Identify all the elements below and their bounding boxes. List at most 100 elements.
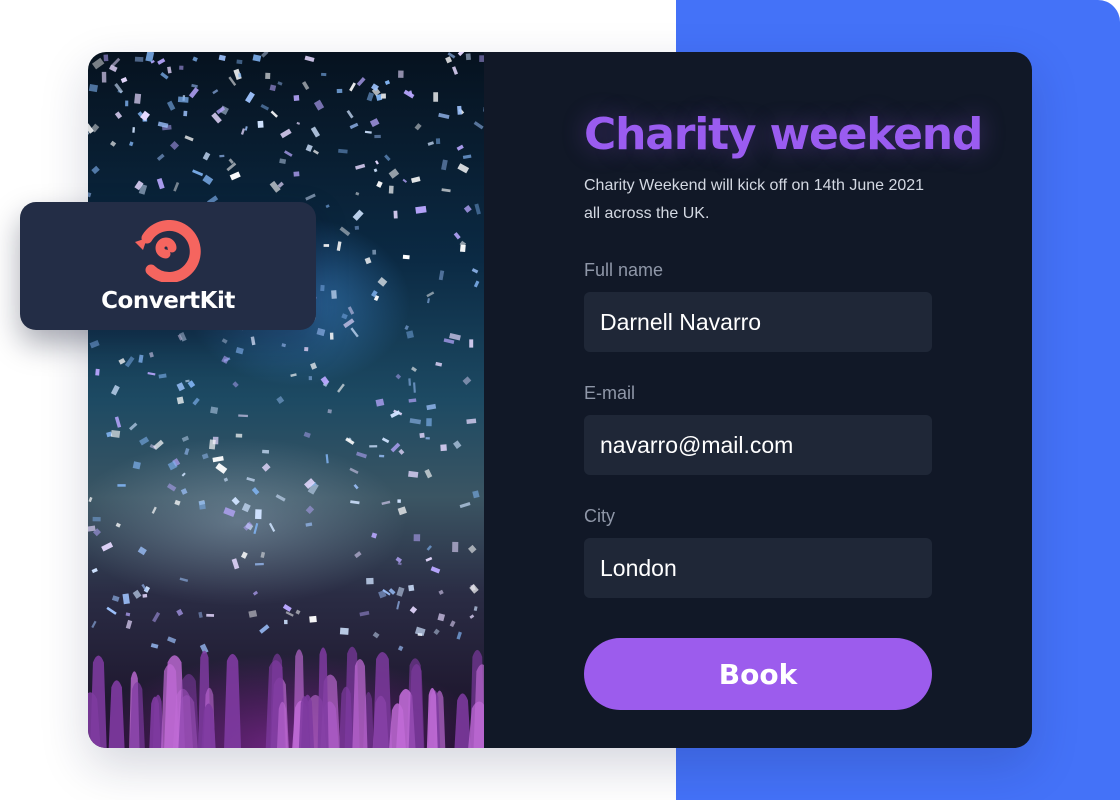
confetti-piece (137, 546, 147, 556)
confetti-piece (91, 57, 105, 70)
confetti-piece (331, 290, 337, 299)
confetti-piece (270, 110, 279, 118)
confetti-piece (88, 191, 92, 198)
confetti-piece (426, 418, 432, 427)
confetti-piece (435, 138, 441, 145)
confetti-piece (316, 327, 326, 337)
confetti-piece (304, 347, 309, 352)
confetti-piece (206, 613, 215, 617)
confetti-piece (173, 182, 180, 192)
confetti-piece (240, 551, 248, 559)
confetti-piece (376, 180, 383, 188)
confetti-piece (313, 99, 325, 111)
confetti-piece (114, 111, 123, 119)
confetti-piece (125, 612, 131, 617)
confetti-piece (355, 163, 366, 170)
confetti-piece (231, 558, 240, 570)
confetti-piece (325, 204, 330, 209)
confetti-piece (111, 595, 120, 602)
confetti-piece (283, 150, 293, 157)
confetti-piece (111, 57, 121, 67)
confetti-piece (321, 72, 327, 77)
confetti-piece (181, 435, 190, 442)
confetti-piece (397, 499, 401, 503)
confetti-piece (120, 77, 128, 83)
confetti-piece (371, 532, 378, 539)
crowd-hand (468, 701, 484, 748)
confetti-piece (395, 373, 402, 380)
confetti-piece (246, 476, 255, 482)
confetti-piece (471, 268, 479, 274)
confetti-piece (424, 468, 433, 479)
confetti-piece (356, 451, 368, 459)
confetti-piece (265, 72, 271, 80)
confetti-piece (388, 185, 394, 194)
confetti-piece (411, 176, 421, 184)
confetti-piece (452, 541, 459, 553)
confetti-piece (251, 487, 260, 495)
confetti-piece (409, 606, 418, 614)
full-name-label: Full name (584, 260, 664, 280)
confetti-piece (413, 534, 421, 542)
confetti-piece (221, 338, 228, 344)
confetti-piece (226, 162, 237, 172)
convertkit-badge: ConvertKit (20, 202, 316, 330)
confetti-piece (293, 95, 300, 101)
confetti-piece (106, 606, 117, 615)
city-field[interactable]: London (584, 538, 932, 598)
confetti-piece (305, 144, 313, 152)
confetti-piece (184, 448, 190, 456)
confetti-piece (413, 382, 416, 393)
confetti-piece (433, 92, 439, 102)
confetti-piece (449, 620, 456, 628)
confetti-piece (372, 631, 380, 639)
confetti-piece (176, 382, 185, 392)
confetti-piece (147, 372, 156, 376)
confetti-piece (241, 502, 251, 513)
confetti-piece (438, 270, 445, 281)
confetti-piece (235, 433, 243, 438)
confetti-piece (156, 153, 165, 161)
confetti-piece (305, 505, 315, 515)
full-name-field[interactable]: Darnell Navarro (584, 292, 932, 352)
confetti-piece (232, 381, 239, 388)
confetti-piece (437, 613, 446, 622)
confetti-piece (301, 81, 310, 91)
confetti-piece (260, 103, 270, 111)
confetti-piece (364, 130, 372, 134)
confetti-piece (308, 376, 313, 381)
confetti-piece (138, 354, 144, 363)
confetti-piece (235, 347, 244, 355)
confetti-piece (103, 54, 109, 62)
confetti-piece (257, 120, 264, 128)
confetti-piece (191, 83, 198, 88)
confetti-piece (305, 193, 316, 201)
confetti-piece (359, 610, 370, 617)
confetti-piece (457, 163, 470, 174)
confetti-piece (282, 604, 292, 612)
confetti-piece (134, 93, 142, 104)
confetti-piece (157, 58, 166, 65)
confetti-piece (281, 343, 287, 348)
confetti-piece (179, 577, 189, 583)
confetti-piece (438, 112, 450, 120)
confetti-piece (89, 340, 100, 349)
confetti-piece (349, 122, 359, 130)
confetti-piece (129, 141, 134, 147)
book-button[interactable]: Book (584, 638, 932, 710)
confetti-piece (88, 83, 99, 93)
confetti-piece (275, 494, 286, 502)
confetti-piece (310, 362, 318, 370)
confetti-piece (443, 338, 455, 344)
confetti-piece (296, 121, 301, 125)
confetti-piece (211, 112, 222, 124)
confetti-piece (91, 620, 97, 629)
confetti-piece (474, 203, 481, 215)
signup-card: Charity weekend Charity Weekend will kic… (88, 52, 1032, 748)
confetti-piece (303, 431, 311, 439)
email-field[interactable]: navarro@mail.com (584, 415, 932, 475)
confetti-piece (160, 72, 169, 80)
crowd-hand (454, 693, 471, 748)
form-title: Charity weekend (584, 109, 983, 160)
confetti-piece (134, 56, 144, 62)
